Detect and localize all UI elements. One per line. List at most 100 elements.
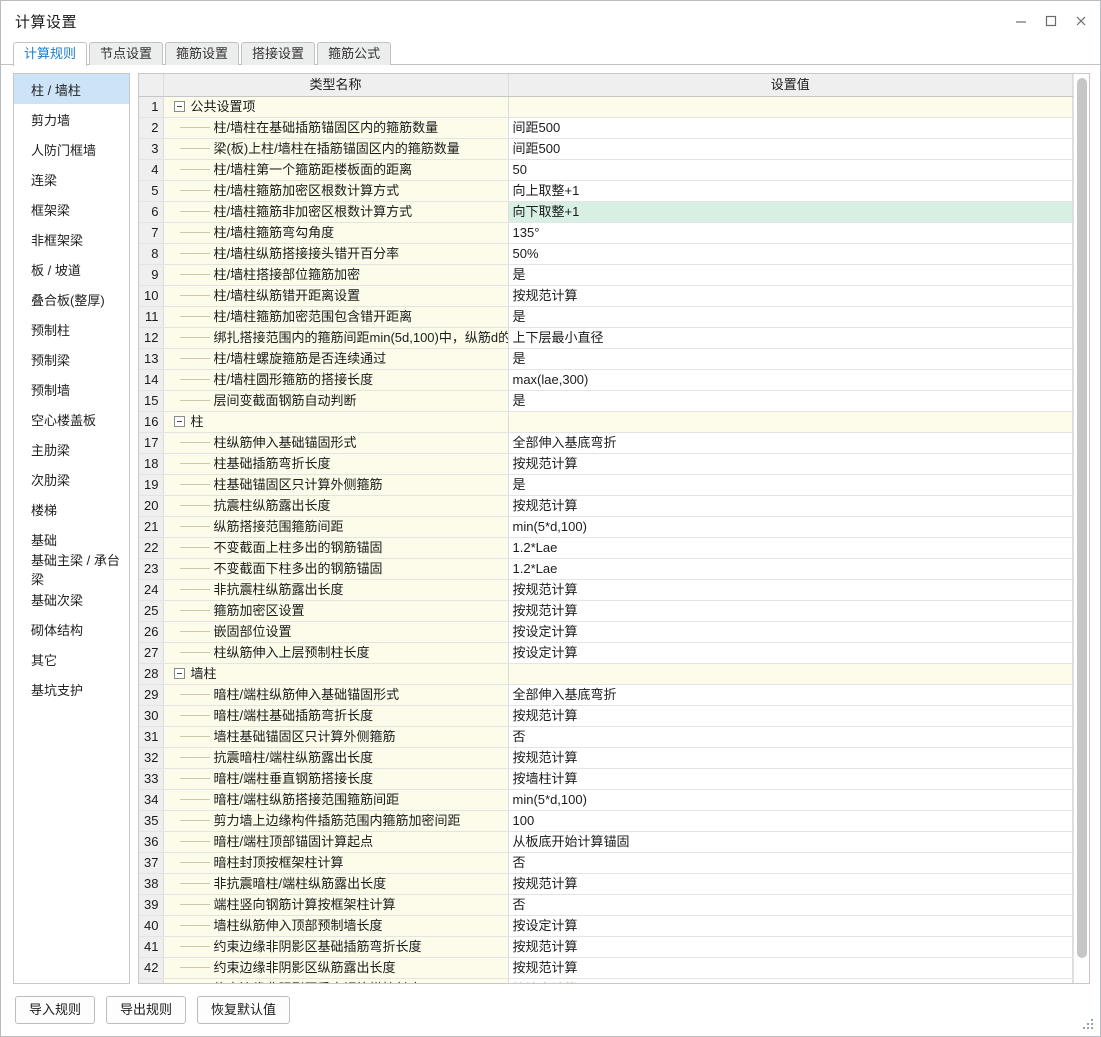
table-row[interactable]: 3 梁(板)上柱/墙柱在插筋锚固区内的箍筋数量 间距500	[139, 138, 1073, 160]
table-row[interactable]: 5 柱/墙柱箍筋加密区根数计算方式 向上取整+1	[139, 180, 1073, 202]
sidebar-item-20[interactable]: 基坑支护	[14, 674, 129, 704]
table-row[interactable]: 13 柱/墙柱螺旋箍筋是否连续通过 是	[139, 348, 1073, 370]
type-name-cell[interactable]: 约束边缘非阴影区纵筋露出长度	[163, 957, 509, 979]
setting-value-cell[interactable]: 间距500	[508, 117, 1073, 139]
setting-value-cell[interactable]: 100	[508, 810, 1073, 832]
setting-value-cell[interactable]: 按规范计算	[508, 705, 1073, 727]
table-row[interactable]: 6 柱/墙柱箍筋非加密区根数计算方式 向下取整+1	[139, 201, 1073, 223]
sidebar-item-17[interactable]: 基础次梁	[14, 584, 129, 614]
table-row[interactable]: 10 柱/墙柱纵筋错开距离设置 按规范计算	[139, 285, 1073, 307]
setting-value-cell[interactable]: 1.2*Lae	[508, 537, 1073, 559]
table-row[interactable]: 7 柱/墙柱箍筋弯勾角度 135°	[139, 222, 1073, 244]
type-name-cell[interactable]: 非抗震柱纵筋露出长度	[163, 579, 509, 601]
sidebar-item-8[interactable]: 预制柱	[14, 314, 129, 344]
table-row[interactable]: 4 柱/墙柱第一个箍筋距楼板面的距离 50	[139, 159, 1073, 181]
table-row[interactable]: 14 柱/墙柱圆形箍筋的搭接长度 max(lae,300)	[139, 369, 1073, 391]
type-name-cell[interactable]: 柱/墙柱箍筋加密区根数计算方式	[163, 180, 509, 202]
type-name-cell[interactable]: 柱/墙柱在基础插筋锚固区内的箍筋数量	[163, 117, 509, 139]
tab-3[interactable]: 搭接设置	[241, 42, 316, 65]
type-name-cell[interactable]: 柱/墙柱箍筋加密范围包含错开距离	[163, 306, 509, 328]
table-row[interactable]: 37 暗柱封顶按框架柱计算 否	[139, 852, 1073, 874]
table-row[interactable]: 40 墙柱纵筋伸入顶部预制墙长度 按设定计算	[139, 915, 1073, 937]
setting-value-cell[interactable]: 按规范计算	[508, 873, 1073, 895]
sidebar-item-14[interactable]: 楼梯	[14, 494, 129, 524]
setting-value-cell[interactable]: 否	[508, 726, 1073, 748]
type-name-cell[interactable]: 墙柱基础锚固区只计算外侧箍筋	[163, 726, 509, 748]
setting-value-cell[interactable]: 全部伸入基底弯折	[508, 684, 1073, 706]
sidebar-item-7[interactable]: 叠合板(整厚)	[14, 284, 129, 314]
type-name-cell[interactable]: 纵筋搭接范围箍筋间距	[163, 516, 509, 538]
sidebar-item-5[interactable]: 非框架梁	[14, 224, 129, 254]
table-row[interactable]: 16 柱	[139, 411, 1073, 433]
type-name-cell[interactable]: 暗柱/端柱基础插筋弯折长度	[163, 705, 509, 727]
type-name-cell[interactable]: 剪力墙上边缘构件插筋范围内箍筋加密间距	[163, 810, 509, 832]
table-row[interactable]: 41 约束边缘非阴影区基础插筋弯折长度 按规范计算	[139, 936, 1073, 958]
sidebar-item-16[interactable]: 基础主梁 / 承台梁	[14, 553, 129, 587]
sidebar-item-1[interactable]: 剪力墙	[14, 104, 129, 134]
table-row[interactable]: 1 公共设置项	[139, 96, 1073, 118]
setting-value-cell[interactable]: 按规范计算	[508, 495, 1073, 517]
type-name-cell[interactable]: 柱	[163, 411, 509, 433]
table-row[interactable]: 19 柱基础锚固区只计算外侧箍筋 是	[139, 474, 1073, 496]
sidebar-item-12[interactable]: 主肋梁	[14, 434, 129, 464]
type-name-cell[interactable]: 箍筋加密区设置	[163, 600, 509, 622]
setting-value-cell[interactable]: 按墙柱计算	[508, 768, 1073, 790]
setting-value-cell[interactable]: 1.2*Lae	[508, 558, 1073, 580]
setting-value-cell[interactable]: 从板底开始计算锚固	[508, 831, 1073, 853]
sidebar-item-9[interactable]: 预制梁	[14, 344, 129, 374]
sidebar-item-13[interactable]: 次肋梁	[14, 464, 129, 494]
setting-value-cell[interactable]: 是	[508, 474, 1073, 496]
setting-value-cell[interactable]: max(lae,300)	[508, 369, 1073, 391]
collapse-minus-icon[interactable]	[173, 668, 185, 679]
type-name-cell[interactable]: 墙柱纵筋伸入顶部预制墙长度	[163, 915, 509, 937]
table-row[interactable]: 35 剪力墙上边缘构件插筋范围内箍筋加密间距 100	[139, 810, 1073, 832]
setting-value-cell[interactable]: 是	[508, 264, 1073, 286]
type-name-cell[interactable]: 抗震柱纵筋露出长度	[163, 495, 509, 517]
vertical-scrollbar-thumb[interactable]	[1077, 78, 1087, 958]
setting-value-cell[interactable]: 上下层最小直径	[508, 327, 1073, 349]
setting-value-cell[interactable]: 按规范计算	[508, 453, 1073, 475]
sidebar-item-11[interactable]: 空心楼盖板	[14, 404, 129, 434]
sidebar-item-10[interactable]: 预制墙	[14, 374, 129, 404]
type-name-cell[interactable]: 公共设置项	[163, 96, 509, 118]
sidebar-item-0[interactable]: 柱 / 墙柱	[14, 74, 129, 104]
setting-value-cell[interactable]: min(5*d,100)	[508, 516, 1073, 538]
sidebar-item-4[interactable]: 框架梁	[14, 194, 129, 224]
export-rules-button[interactable]: 导出规则	[106, 996, 187, 1024]
import-rules-button[interactable]: 导入规则	[15, 996, 96, 1024]
type-name-cell[interactable]: 暗柱/端柱垂直钢筋搭接长度	[163, 768, 509, 790]
table-row[interactable]: 36 暗柱/端柱顶部锚固计算起点 从板底开始计算锚固	[139, 831, 1073, 853]
table-row[interactable]: 43 约束边缘非阴影区垂直钢筋搭接长度 按墙身计算	[139, 978, 1073, 983]
minimize-button[interactable]	[1006, 5, 1036, 37]
type-name-cell[interactable]: 不变截面下柱多出的钢筋锚固	[163, 558, 509, 580]
setting-value-cell[interactable]: 按规范计算	[508, 285, 1073, 307]
setting-value-cell[interactable]: 向上取整+1	[508, 180, 1073, 202]
table-row[interactable]: 31 墙柱基础锚固区只计算外侧箍筋 否	[139, 726, 1073, 748]
type-name-cell[interactable]: 约束边缘非阴影区垂直钢筋搭接长度	[163, 978, 509, 983]
setting-value-cell[interactable]: 50	[508, 159, 1073, 181]
table-row[interactable]: 22 不变截面上柱多出的钢筋锚固 1.2*Lae	[139, 537, 1073, 559]
setting-value-cell[interactable]: 是	[508, 348, 1073, 370]
table-row[interactable]: 30 暗柱/端柱基础插筋弯折长度 按规范计算	[139, 705, 1073, 727]
setting-value-cell[interactable]: 是	[508, 306, 1073, 328]
table-row[interactable]: 11 柱/墙柱箍筋加密范围包含错开距离 是	[139, 306, 1073, 328]
setting-value-cell[interactable]: 按规范计算	[508, 957, 1073, 979]
type-name-cell[interactable]: 不变截面上柱多出的钢筋锚固	[163, 537, 509, 559]
setting-value-cell[interactable]: 否	[508, 852, 1073, 874]
type-name-cell[interactable]: 墙柱	[163, 663, 509, 685]
tab-1[interactable]: 节点设置	[89, 42, 164, 65]
type-name-cell[interactable]: 抗震暗柱/端柱纵筋露出长度	[163, 747, 509, 769]
setting-value-cell[interactable]: 135°	[508, 222, 1073, 244]
type-name-cell[interactable]: 暗柱/端柱纵筋伸入基础锚固形式	[163, 684, 509, 706]
table-row[interactable]: 23 不变截面下柱多出的钢筋锚固 1.2*Lae	[139, 558, 1073, 580]
type-name-cell[interactable]: 柱/墙柱箍筋弯勾角度	[163, 222, 509, 244]
setting-value-cell[interactable]: 间距500	[508, 138, 1073, 160]
table-row[interactable]: 26 嵌固部位设置 按设定计算	[139, 621, 1073, 643]
setting-value-cell[interactable]: 按设定计算	[508, 915, 1073, 937]
sidebar-item-19[interactable]: 其它	[14, 644, 129, 674]
table-row[interactable]: 21 纵筋搭接范围箍筋间距 min(5*d,100)	[139, 516, 1073, 538]
setting-value-cell[interactable]: 按规范计算	[508, 936, 1073, 958]
type-name-cell[interactable]: 柱基础插筋弯折长度	[163, 453, 509, 475]
table-row[interactable]: 32 抗震暗柱/端柱纵筋露出长度 按规范计算	[139, 747, 1073, 769]
category-sidebar[interactable]: 柱 / 墙柱 剪力墙 人防门框墙 连梁 框架梁 非框架梁板 / 坡道 叠合板(整厚) 预制柱预…	[13, 73, 130, 984]
